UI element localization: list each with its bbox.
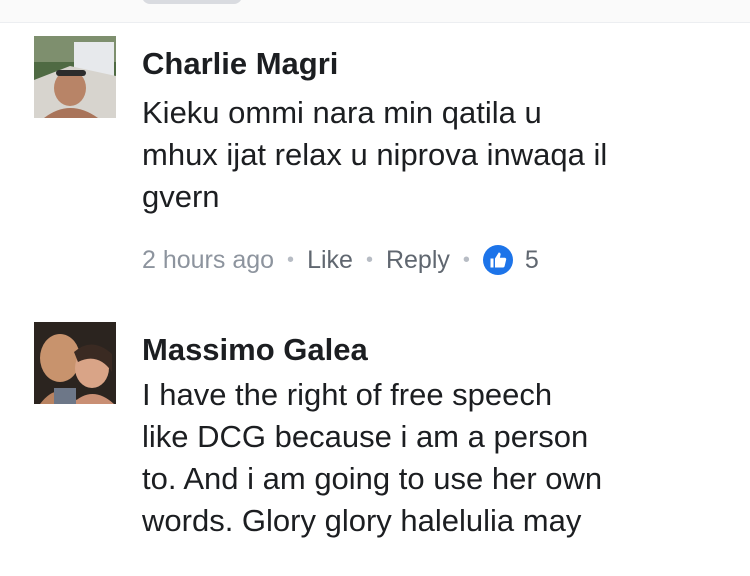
separator-dot: • [365, 248, 373, 271]
comment-text-line: mhux ijat relax u niprova inwaqa il [142, 137, 608, 172]
comment-text-line: Kieku ommi nara min qatila u [142, 95, 542, 130]
thumbs-up-icon[interactable] [482, 245, 513, 275]
avatar-image [34, 322, 116, 404]
comment-author[interactable]: Charlie Magri [142, 46, 338, 82]
avatar[interactable] [34, 322, 116, 404]
comment-timestamp[interactable]: 2 hours ago [142, 246, 274, 275]
comment-author[interactable]: Massimo Galea [142, 332, 368, 368]
comment-text-line: words. Glory glory halelulia may [142, 503, 582, 538]
comment-text-line: I have the right of free speech [142, 377, 553, 412]
comment-text: I have the right of free speech like DCG… [142, 374, 742, 542]
like-button[interactable]: Like [307, 246, 353, 275]
truncated-text [142, 0, 242, 4]
reply-button[interactable]: Reply [386, 246, 450, 275]
separator-dot: • [462, 248, 470, 271]
avatar-image [34, 36, 116, 118]
comment-text-line: like DCG because i am a person [142, 419, 589, 454]
reaction-count[interactable]: 5 [525, 246, 539, 275]
comment-meta: 2 hours ago • Like • Reply • 5 [142, 243, 539, 277]
previous-comment-edge [0, 0, 750, 23]
separator-dot: • [287, 248, 295, 271]
comment-text-line: to. And i am going to use her own [142, 461, 603, 496]
avatar[interactable] [34, 36, 116, 118]
comment-text: Kieku ommi nara min qatila u mhux ijat r… [142, 92, 742, 218]
comment-text-line: gvern [142, 179, 220, 214]
